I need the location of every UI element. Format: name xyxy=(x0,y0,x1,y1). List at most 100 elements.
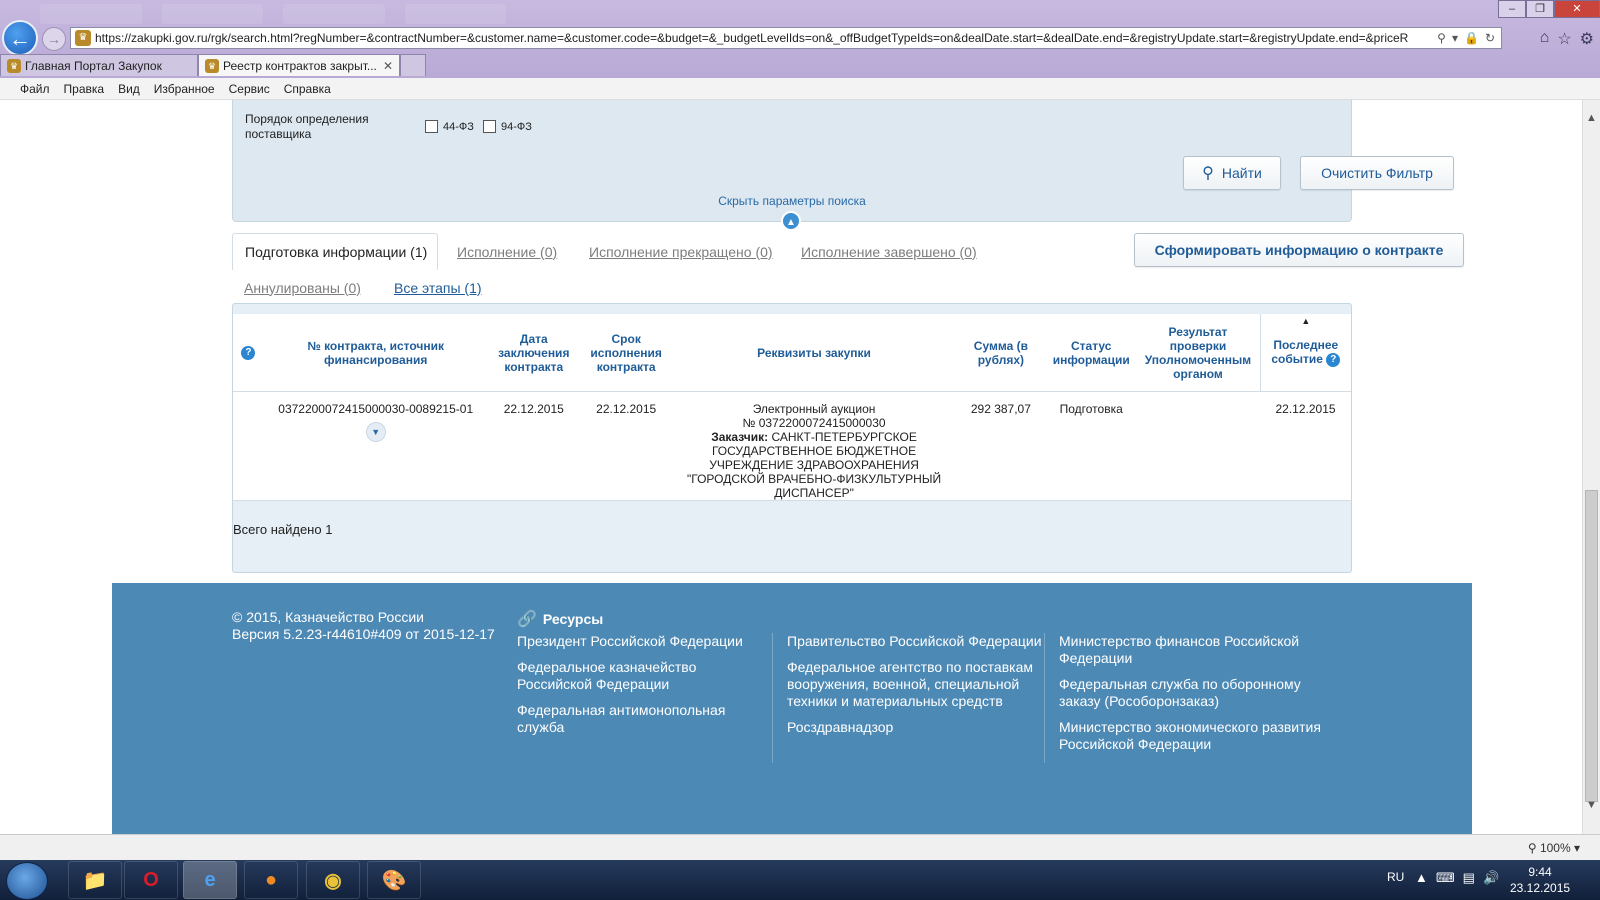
vertical-scrollbar[interactable]: ▲ ▼ xyxy=(1582,100,1600,834)
cell-last-event: 22.12.2015 xyxy=(1260,391,1351,501)
col-purchase-requisites[interactable]: Реквизиты закупки xyxy=(672,314,956,392)
scroll-up-icon[interactable]: ▲ xyxy=(1583,110,1600,127)
copyright-text: © 2015, Казначейство России xyxy=(232,609,424,625)
url-text[interactable]: https://zakupki.gov.ru/rgk/search.html?r… xyxy=(95,31,1431,45)
minimize-icon[interactable]: – xyxy=(1498,0,1526,18)
browser-status-bar: ⚲ 100% ▾ xyxy=(0,834,1600,861)
system-clock[interactable]: 9:44 23.12.2015 xyxy=(1510,864,1570,896)
footer-link[interactable]: Федеральное казначейство Российской Феде… xyxy=(517,659,752,693)
cell-sum: 292 387,07 xyxy=(955,391,1047,501)
tab-contracts-registry[interactable]: ♛ Реестр контрактов закрыт... ✕ xyxy=(198,54,400,76)
network-icon[interactable]: ▤ xyxy=(1463,870,1475,886)
close-tab-icon[interactable]: ✕ xyxy=(383,59,393,73)
tab-main-portal[interactable]: ♛ Главная Портал Закупок xyxy=(0,54,198,76)
footer-link[interactable]: Росздравнадзор xyxy=(787,719,1042,736)
purchase-number-link[interactable]: № 0372200072415000030 xyxy=(676,416,951,430)
footer-link[interactable]: Федеральная антимонопольная служба xyxy=(517,702,752,736)
home-icon[interactable]: ⌂ xyxy=(1540,29,1550,49)
purchase-type: Электронный аукцион xyxy=(752,402,876,416)
footer-link[interactable]: Министерство экономического развития Рос… xyxy=(1059,719,1334,753)
checkbox-94fz-label: 94-ФЗ xyxy=(501,120,532,133)
tab-execution[interactable]: Исполнение (0) xyxy=(457,233,557,270)
checkbox-box[interactable] xyxy=(425,120,438,133)
chrome-icon[interactable]: ◉ xyxy=(306,861,360,899)
resources-title-label: Ресурсы xyxy=(542,611,604,627)
back-button[interactable]: ← xyxy=(2,20,38,56)
collapse-up-icon[interactable]: ▲ xyxy=(781,211,801,231)
cell-check-result xyxy=(1136,391,1261,501)
new-tab-button[interactable] xyxy=(400,54,426,76)
footer-link[interactable]: Федеральное агентство по поставкам воору… xyxy=(787,659,1042,710)
menu-tools[interactable]: Сервис xyxy=(229,82,270,96)
col-status[interactable]: Статус информации xyxy=(1046,314,1137,392)
system-tray: ▲ ⌨ ▤ 🔊 xyxy=(1415,870,1499,886)
address-bar[interactable]: ♛ https://zakupki.gov.ru/rgk/search.html… xyxy=(70,27,1502,49)
col-sum[interactable]: Сумма (в рублях) xyxy=(955,314,1047,392)
favorites-star-icon[interactable]: ☆ xyxy=(1557,29,1571,49)
clock-time: 9:44 xyxy=(1528,865,1552,879)
footer-link[interactable]: Президент Российской Федерации xyxy=(517,633,752,650)
start-button[interactable] xyxy=(6,862,48,900)
lock-icon[interactable]: 🔒 xyxy=(1464,31,1479,45)
menu-help[interactable]: Справка xyxy=(284,82,331,96)
help-icon[interactable]: ? xyxy=(1326,352,1341,367)
tab-all-stages[interactable]: Все этапы (1) xyxy=(394,269,482,306)
contract-number-link[interactable]: 0372200072415000030-0089215-01 xyxy=(268,402,484,416)
language-indicator[interactable]: RU xyxy=(1387,870,1404,884)
table-row: 0372200072415000030-0089215-01 ▼ 22.12.2… xyxy=(233,391,1351,501)
ghost-tab xyxy=(161,4,264,24)
page-content: Порядок определения поставщика 44-ФЗ 94-… xyxy=(112,100,1472,834)
forward-button[interactable]: → xyxy=(42,27,66,51)
tab-execution-completed[interactable]: Исполнение завершено (0) xyxy=(801,233,977,270)
volume-icon[interactable]: 🔊 xyxy=(1483,870,1499,886)
tab-cancelled[interactable]: Аннулированы (0) xyxy=(244,269,361,306)
clock-date: 23.12.2015 xyxy=(1510,881,1571,895)
search-icon[interactable]: ⚲ xyxy=(1437,31,1446,45)
col-contract-number[interactable]: № контракта, источник финансирования xyxy=(263,314,488,392)
col-check-result[interactable]: Результат проверки Уполномоченным органо… xyxy=(1136,314,1261,392)
dropdown-arrow-icon[interactable]: ▾ xyxy=(1452,31,1458,45)
help-icon[interactable]: ? xyxy=(241,345,256,360)
col-contract-term[interactable]: Срок исполнения контракта xyxy=(579,314,673,392)
footer-link[interactable]: Министерство финансов Российской Федерац… xyxy=(1059,633,1334,667)
close-window-icon[interactable]: ✕ xyxy=(1554,0,1600,18)
gear-icon[interactable]: ⚙ xyxy=(1580,29,1594,49)
col-last-event[interactable]: ▲ Последнее событие ? xyxy=(1259,314,1351,392)
tab-preparation[interactable]: Подготовка информации (1) xyxy=(232,233,438,270)
paint-icon[interactable]: 🎨 xyxy=(367,861,421,899)
expand-down-icon[interactable]: ▼ xyxy=(365,422,386,442)
help-column: ? xyxy=(233,314,264,392)
contracts-table: ? № контракта, источник финансирования Д… xyxy=(233,314,1351,501)
tab-bar: ♛ Главная Портал Закупок ♛ Реестр контра… xyxy=(0,54,426,76)
search-button[interactable]: ⚲ Найти xyxy=(1183,156,1281,190)
page-footer: © 2015, Казначейство России Версия 5.2.2… xyxy=(112,583,1472,834)
checkbox-box[interactable] xyxy=(483,120,496,133)
scroll-thumb[interactable] xyxy=(1585,490,1598,802)
checkbox-44fz[interactable]: 44-ФЗ xyxy=(425,120,474,133)
refresh-icon[interactable]: ↻ xyxy=(1485,31,1495,45)
col-contract-date[interactable]: Дата заключения контракта xyxy=(487,314,580,392)
ghost-tab xyxy=(40,4,142,24)
hide-search-params-link[interactable]: Скрыть параметры поиска xyxy=(233,194,1351,208)
footer-links-col3: Министерство финансов Российской Федерац… xyxy=(1044,633,1334,763)
explorer-folder-icon[interactable]: 📁 xyxy=(68,861,122,899)
menu-edit[interactable]: Правка xyxy=(64,82,105,96)
opera-icon[interactable]: O xyxy=(124,861,178,899)
firefox-icon[interactable]: ● xyxy=(244,861,298,899)
clear-filter-button[interactable]: Очистить Фильтр xyxy=(1300,156,1454,190)
show-hidden-icons-icon[interactable]: ▲ xyxy=(1415,870,1428,886)
menu-view[interactable]: Вид xyxy=(118,82,140,96)
restore-icon[interactable]: ❐ xyxy=(1526,0,1554,18)
checkbox-94fz[interactable]: 94-ФЗ xyxy=(483,120,532,133)
scroll-down-icon[interactable]: ▼ xyxy=(1583,797,1600,814)
footer-link[interactable]: Федеральная служба по оборонному заказу … xyxy=(1059,676,1334,710)
menu-file[interactable]: Файл xyxy=(20,82,50,96)
internet-explorer-icon[interactable]: e xyxy=(183,861,237,899)
footer-links-col1: Президент Российской Федерации Федеральн… xyxy=(517,633,752,745)
zoom-level[interactable]: ⚲ 100% ▾ xyxy=(1528,841,1580,855)
keyboard-icon[interactable]: ⌨ xyxy=(1436,870,1455,886)
footer-link[interactable]: Правительство Российской Федерации xyxy=(787,633,1042,650)
menu-favorites[interactable]: Избранное xyxy=(154,82,215,96)
tab-execution-stopped[interactable]: Исполнение прекращено (0) xyxy=(589,233,773,270)
form-contract-info-button[interactable]: Сформировать информацию о контракте xyxy=(1134,233,1464,267)
